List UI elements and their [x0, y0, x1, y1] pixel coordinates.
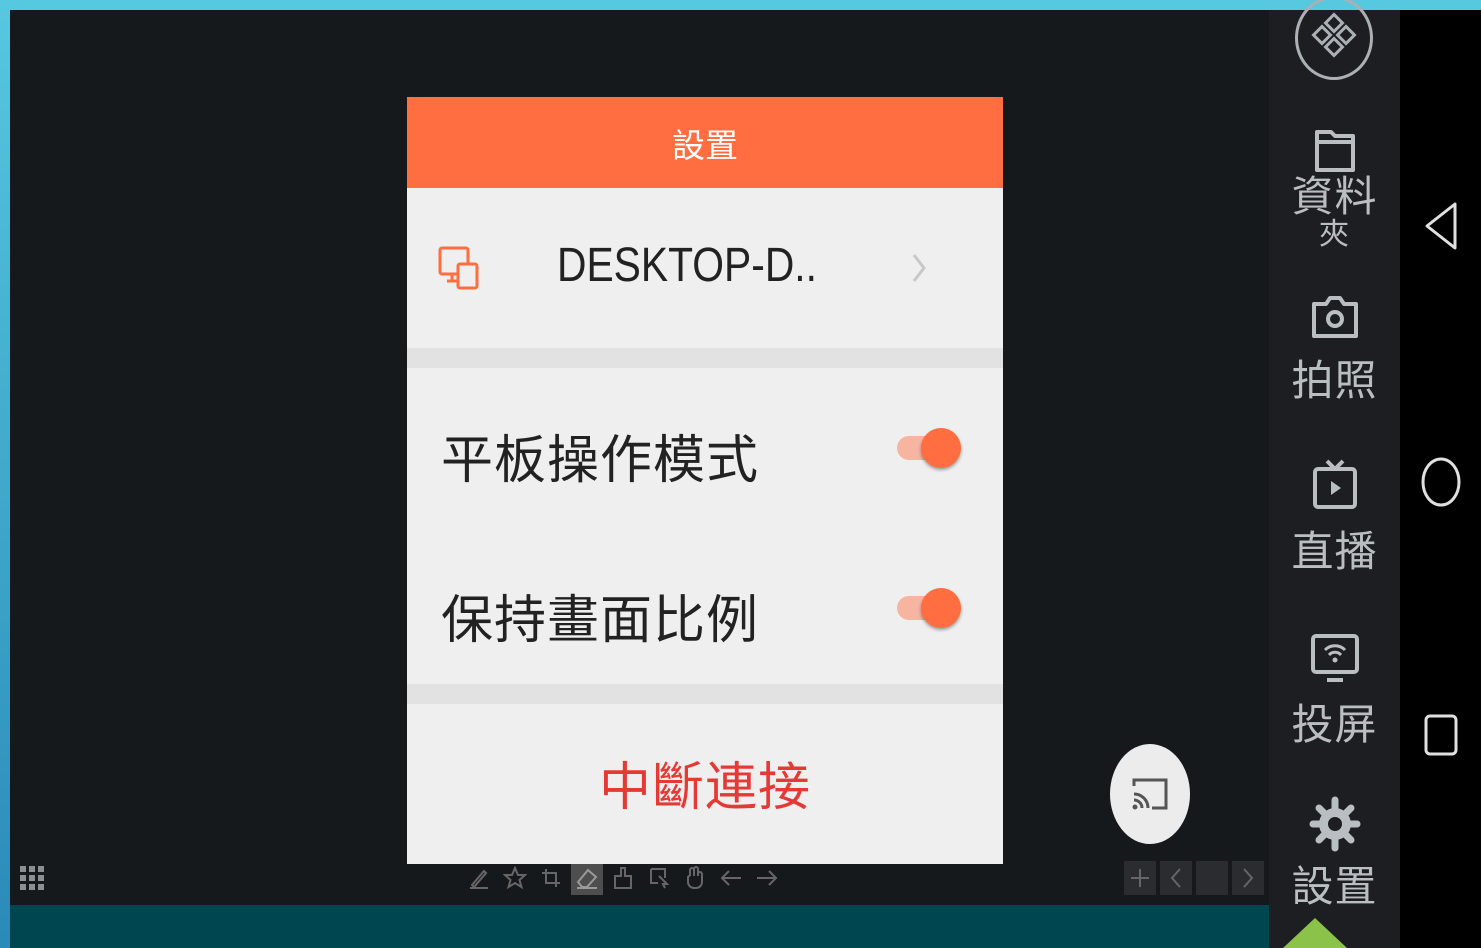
app-logo-button[interactable]: [1295, 0, 1373, 80]
select-icon: [650, 868, 670, 889]
tablet-mode-toggle[interactable]: [897, 428, 963, 468]
device-name: DESKTOP-D..: [557, 239, 817, 292]
section-divider: [407, 684, 1003, 704]
dialog-title: 設置: [672, 125, 738, 165]
eraser-tool-button[interactable]: [571, 861, 603, 895]
settings-dialog: 設置 DESKTOP-D.. 平板操作模式 保持畫面比例 中斷連接: [407, 97, 1003, 864]
devices-icon: [437, 245, 481, 295]
outer-frame-top: [0, 0, 1481, 10]
sidebar-item-camera[interactable]: 拍照: [1269, 292, 1400, 404]
sidebar-item-label: 設置: [1291, 862, 1378, 911]
sidebar-item-label: 拍照: [1291, 356, 1378, 405]
keep-aspect-label: 保持畫面比例: [441, 591, 760, 651]
gear-icon: [1309, 796, 1360, 852]
screen-cast-icon: [1310, 634, 1359, 682]
crop-tool-button[interactable]: [535, 861, 567, 895]
toggle-knob: [921, 588, 961, 628]
chevron-right-icon: [910, 251, 928, 289]
back-triangle-icon: [1425, 202, 1456, 250]
brush-tool-button[interactable]: [607, 861, 639, 895]
undo-button[interactable]: [715, 861, 747, 895]
sidebar-item-label: 投屏: [1291, 700, 1378, 749]
back-button[interactable]: [1400, 200, 1481, 252]
sidebar-item-screencast[interactable]: 投屏: [1269, 632, 1400, 748]
add-page-button[interactable]: [1124, 861, 1156, 895]
sidebar-item-files[interactable]: 資料 夾: [1269, 124, 1400, 250]
home-circle-icon: [1421, 457, 1460, 507]
live-tv-icon: [1312, 459, 1357, 509]
star-icon: [503, 866, 527, 890]
pen-tool-button[interactable]: [463, 861, 495, 895]
green-indicator: [1283, 918, 1347, 948]
recents-square-icon: [1424, 714, 1457, 756]
cast-icon: [1132, 778, 1168, 810]
hand-tool-button[interactable]: [679, 861, 711, 895]
device-row[interactable]: DESKTOP-D..: [407, 188, 1003, 348]
section-divider: [407, 348, 1003, 368]
tablet-mode-row: 平板操作模式: [407, 368, 1003, 526]
arrow-left-icon: [720, 870, 741, 886]
keep-aspect-row: 保持畫面比例: [407, 526, 1003, 684]
bottom-strip: [10, 905, 1269, 948]
redo-button[interactable]: [751, 861, 783, 895]
pen-icon: [470, 869, 488, 889]
disconnect-button[interactable]: 中斷連接: [407, 704, 1003, 860]
dialog-header: 設置: [407, 97, 1003, 188]
home-button[interactable]: [1400, 456, 1481, 508]
select-tool-button[interactable]: [643, 861, 675, 895]
disconnect-label: 中斷連接: [598, 757, 811, 818]
chevron-left-icon: [1170, 868, 1181, 888]
drawing-toolbar: [463, 861, 783, 895]
recents-button[interactable]: [1400, 712, 1481, 758]
sidebar-item-label: 直播: [1291, 527, 1378, 576]
folder-icon: [1314, 130, 1355, 172]
outer-frame-left: [0, 0, 10, 948]
plus-icon: [1131, 869, 1149, 887]
tablet-mode-label: 平板操作模式: [441, 431, 760, 491]
eraser-icon: [576, 868, 598, 889]
sidebar-item-label: 資料: [1291, 172, 1378, 221]
hand-icon: [687, 866, 703, 889]
toggle-knob: [921, 428, 961, 468]
page-navigator: [1124, 861, 1264, 895]
cast-fab-button[interactable]: [1110, 744, 1190, 844]
diamond-logo-icon: [1311, 12, 1357, 58]
sidebar-item-sublabel: 夾: [1319, 217, 1350, 252]
keep-aspect-toggle[interactable]: [897, 588, 963, 628]
prev-page-button[interactable]: [1160, 861, 1192, 895]
arrow-right-icon: [757, 870, 778, 886]
grid-icon: [20, 866, 44, 890]
grid-menu-button[interactable]: [18, 864, 46, 898]
brush-icon: [614, 867, 632, 889]
star-tool-button[interactable]: [499, 861, 531, 895]
crop-icon: [542, 869, 560, 887]
next-page-button[interactable]: [1232, 861, 1264, 895]
sidebar-item-live[interactable]: 直播: [1269, 459, 1400, 575]
sidebar-item-settings[interactable]: 設置: [1269, 796, 1400, 910]
camera-icon: [1311, 296, 1358, 338]
chevron-right-icon: [1243, 868, 1254, 888]
page-indicator: [1196, 861, 1228, 895]
